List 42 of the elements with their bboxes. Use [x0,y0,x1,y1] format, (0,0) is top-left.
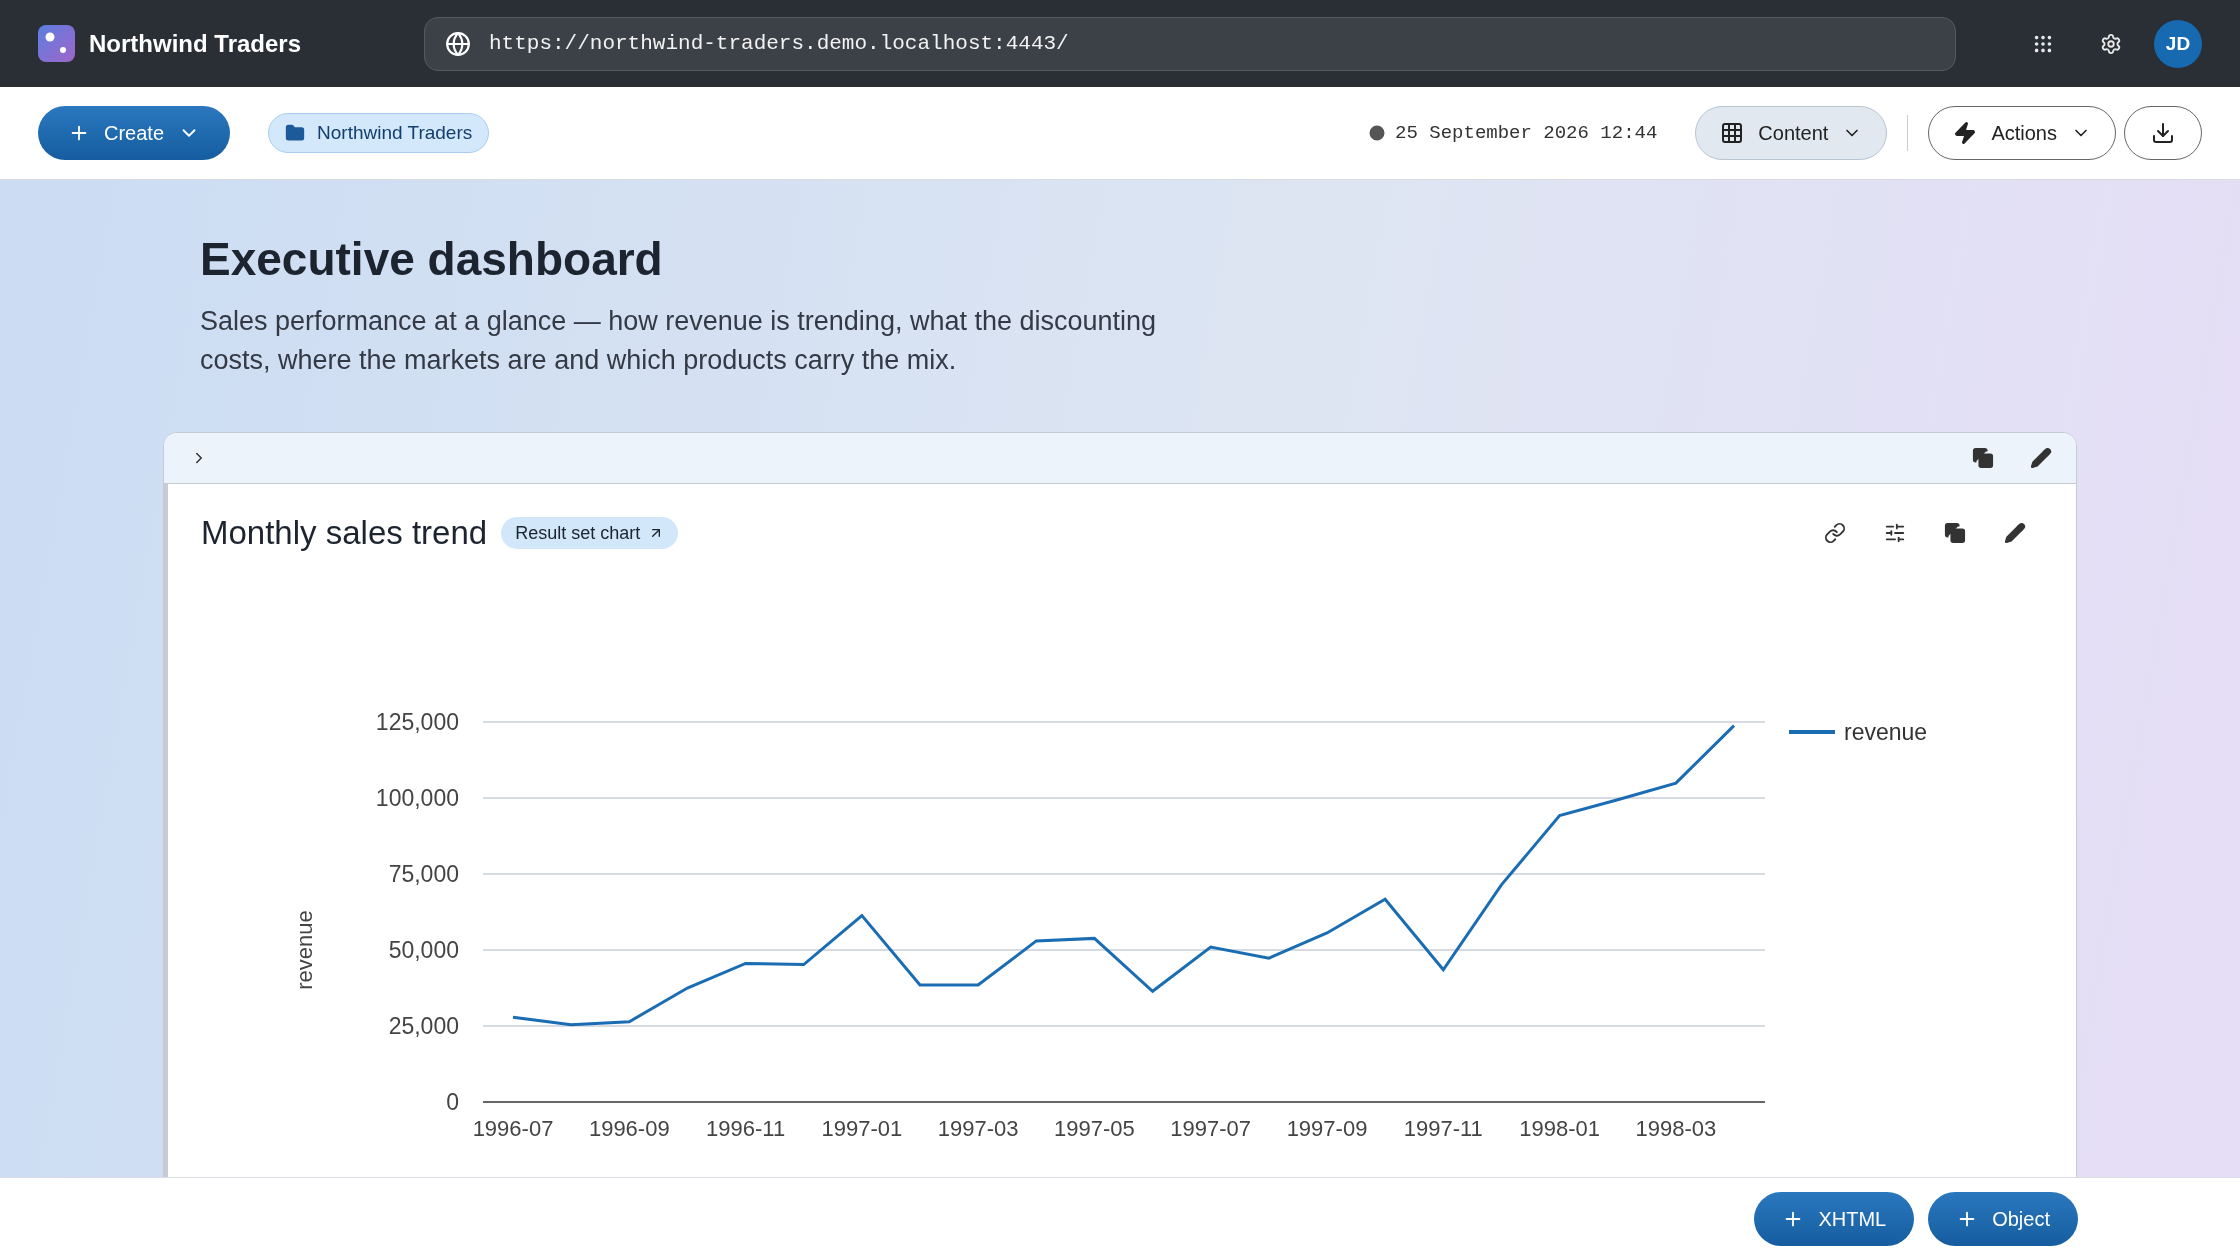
workspace-chip[interactable]: Northwind Traders [268,113,490,153]
x-tick-label: 1998-03 [1635,1116,1717,1141]
create-button[interactable]: Create [38,106,231,160]
timestamp: 25 September 2026 12:44 [1395,122,1658,144]
x-tick-label: 1998-01 [1519,1116,1600,1141]
x-tick-label: 1996-07 [472,1116,554,1141]
x-tick-label: 1997-03 [937,1116,1019,1141]
content-button[interactable]: Content [1695,106,1888,160]
x-tick-label: 1996-09 [588,1116,670,1141]
x-tick-label: 1997-05 [1054,1116,1135,1141]
y-tick-label: 25,000 [388,1013,459,1039]
x-tick-label: 1997-09 [1286,1116,1368,1141]
legend-label: revenue [1844,719,1928,745]
download-button[interactable] [2124,106,2202,160]
y-tick-label: 0 [446,1089,459,1115]
y-tick-label: 125,000 [375,709,459,735]
grid-icon [1720,121,1745,145]
y-tick-label: 50,000 [388,937,459,963]
globe-icon [445,30,471,57]
x-tick-label: 1997-11 [1403,1116,1483,1141]
x-tick-label: 1997-01 [821,1116,903,1141]
add-button[interactable]: Object [1928,1192,2078,1246]
page-description: Sales performance at a glance — how revenue is trending, what the discounting costs, where the markets are and which products carry the mix. [200,305,1158,377]
url-text: https://northwind-traders.demo.localhost:4443/ [489,32,1069,55]
y-axis-label: revenue [292,910,317,990]
address-bar[interactable]: https://northwind-traders.demo.localhost:4443/ [424,16,1956,71]
page-title: Executive dashboard [200,232,664,286]
add-button[interactable]: XHTML [1754,1192,1915,1246]
lightning-icon [1953,121,1978,145]
chart-title: Monthly sales trend [201,514,488,552]
result-set-chart-link[interactable]: Result set chart [501,517,679,549]
y-tick-label: 75,000 [388,861,459,887]
download-icon [2151,121,2175,145]
user-avatar[interactable]: JD [2154,19,2202,68]
app-name: Northwind Traders [89,29,303,58]
app-logo-icon[interactable] [38,25,75,62]
x-tick-label: 1997-07 [1170,1116,1252,1141]
folder-icon [285,123,306,143]
x-tick-label: 1996-11 [706,1116,786,1141]
y-tick-label: 100,000 [375,785,459,811]
legend-swatch [1789,730,1835,734]
actions-button[interactable]: Actions [1928,106,2116,160]
